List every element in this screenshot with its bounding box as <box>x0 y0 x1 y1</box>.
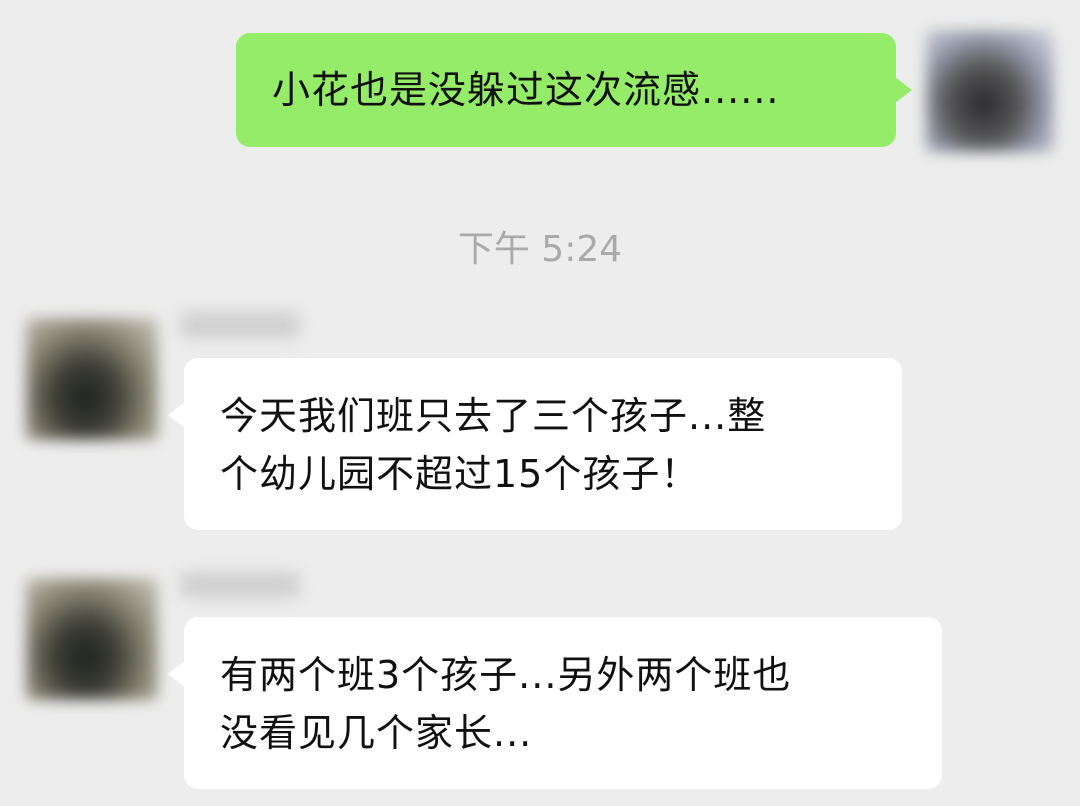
message-text-line: 个幼儿园不超过15个孩子！ <box>220 452 700 496</box>
self-avatar[interactable] <box>926 30 1054 152</box>
message-text-line: 有两个班3个孩子...另外两个班也 <box>220 653 792 697</box>
message-text-line: 今天我们班只去了三个孩子...整 <box>220 394 767 438</box>
sender-avatar[interactable] <box>26 318 158 440</box>
sender-name-blurred <box>180 312 300 338</box>
outgoing-message-bubble[interactable]: 小花也是没躲过这次流感...... <box>236 33 912 147</box>
message-text-line: 没看见几个家长... <box>220 711 533 755</box>
message-timestamp: 下午 5:24 <box>457 229 623 270</box>
incoming-message-bubble[interactable]: 有两个班3个孩子...另外两个班也 没看见几个家长... <box>168 617 942 789</box>
sender-avatar[interactable] <box>26 578 158 700</box>
message-text: 小花也是没躲过这次流感...... <box>272 68 780 112</box>
incoming-message-bubble[interactable]: 今天我们班只去了三个孩子...整 个幼儿园不超过15个孩子！ <box>168 358 902 530</box>
sender-name-blurred <box>180 572 300 598</box>
